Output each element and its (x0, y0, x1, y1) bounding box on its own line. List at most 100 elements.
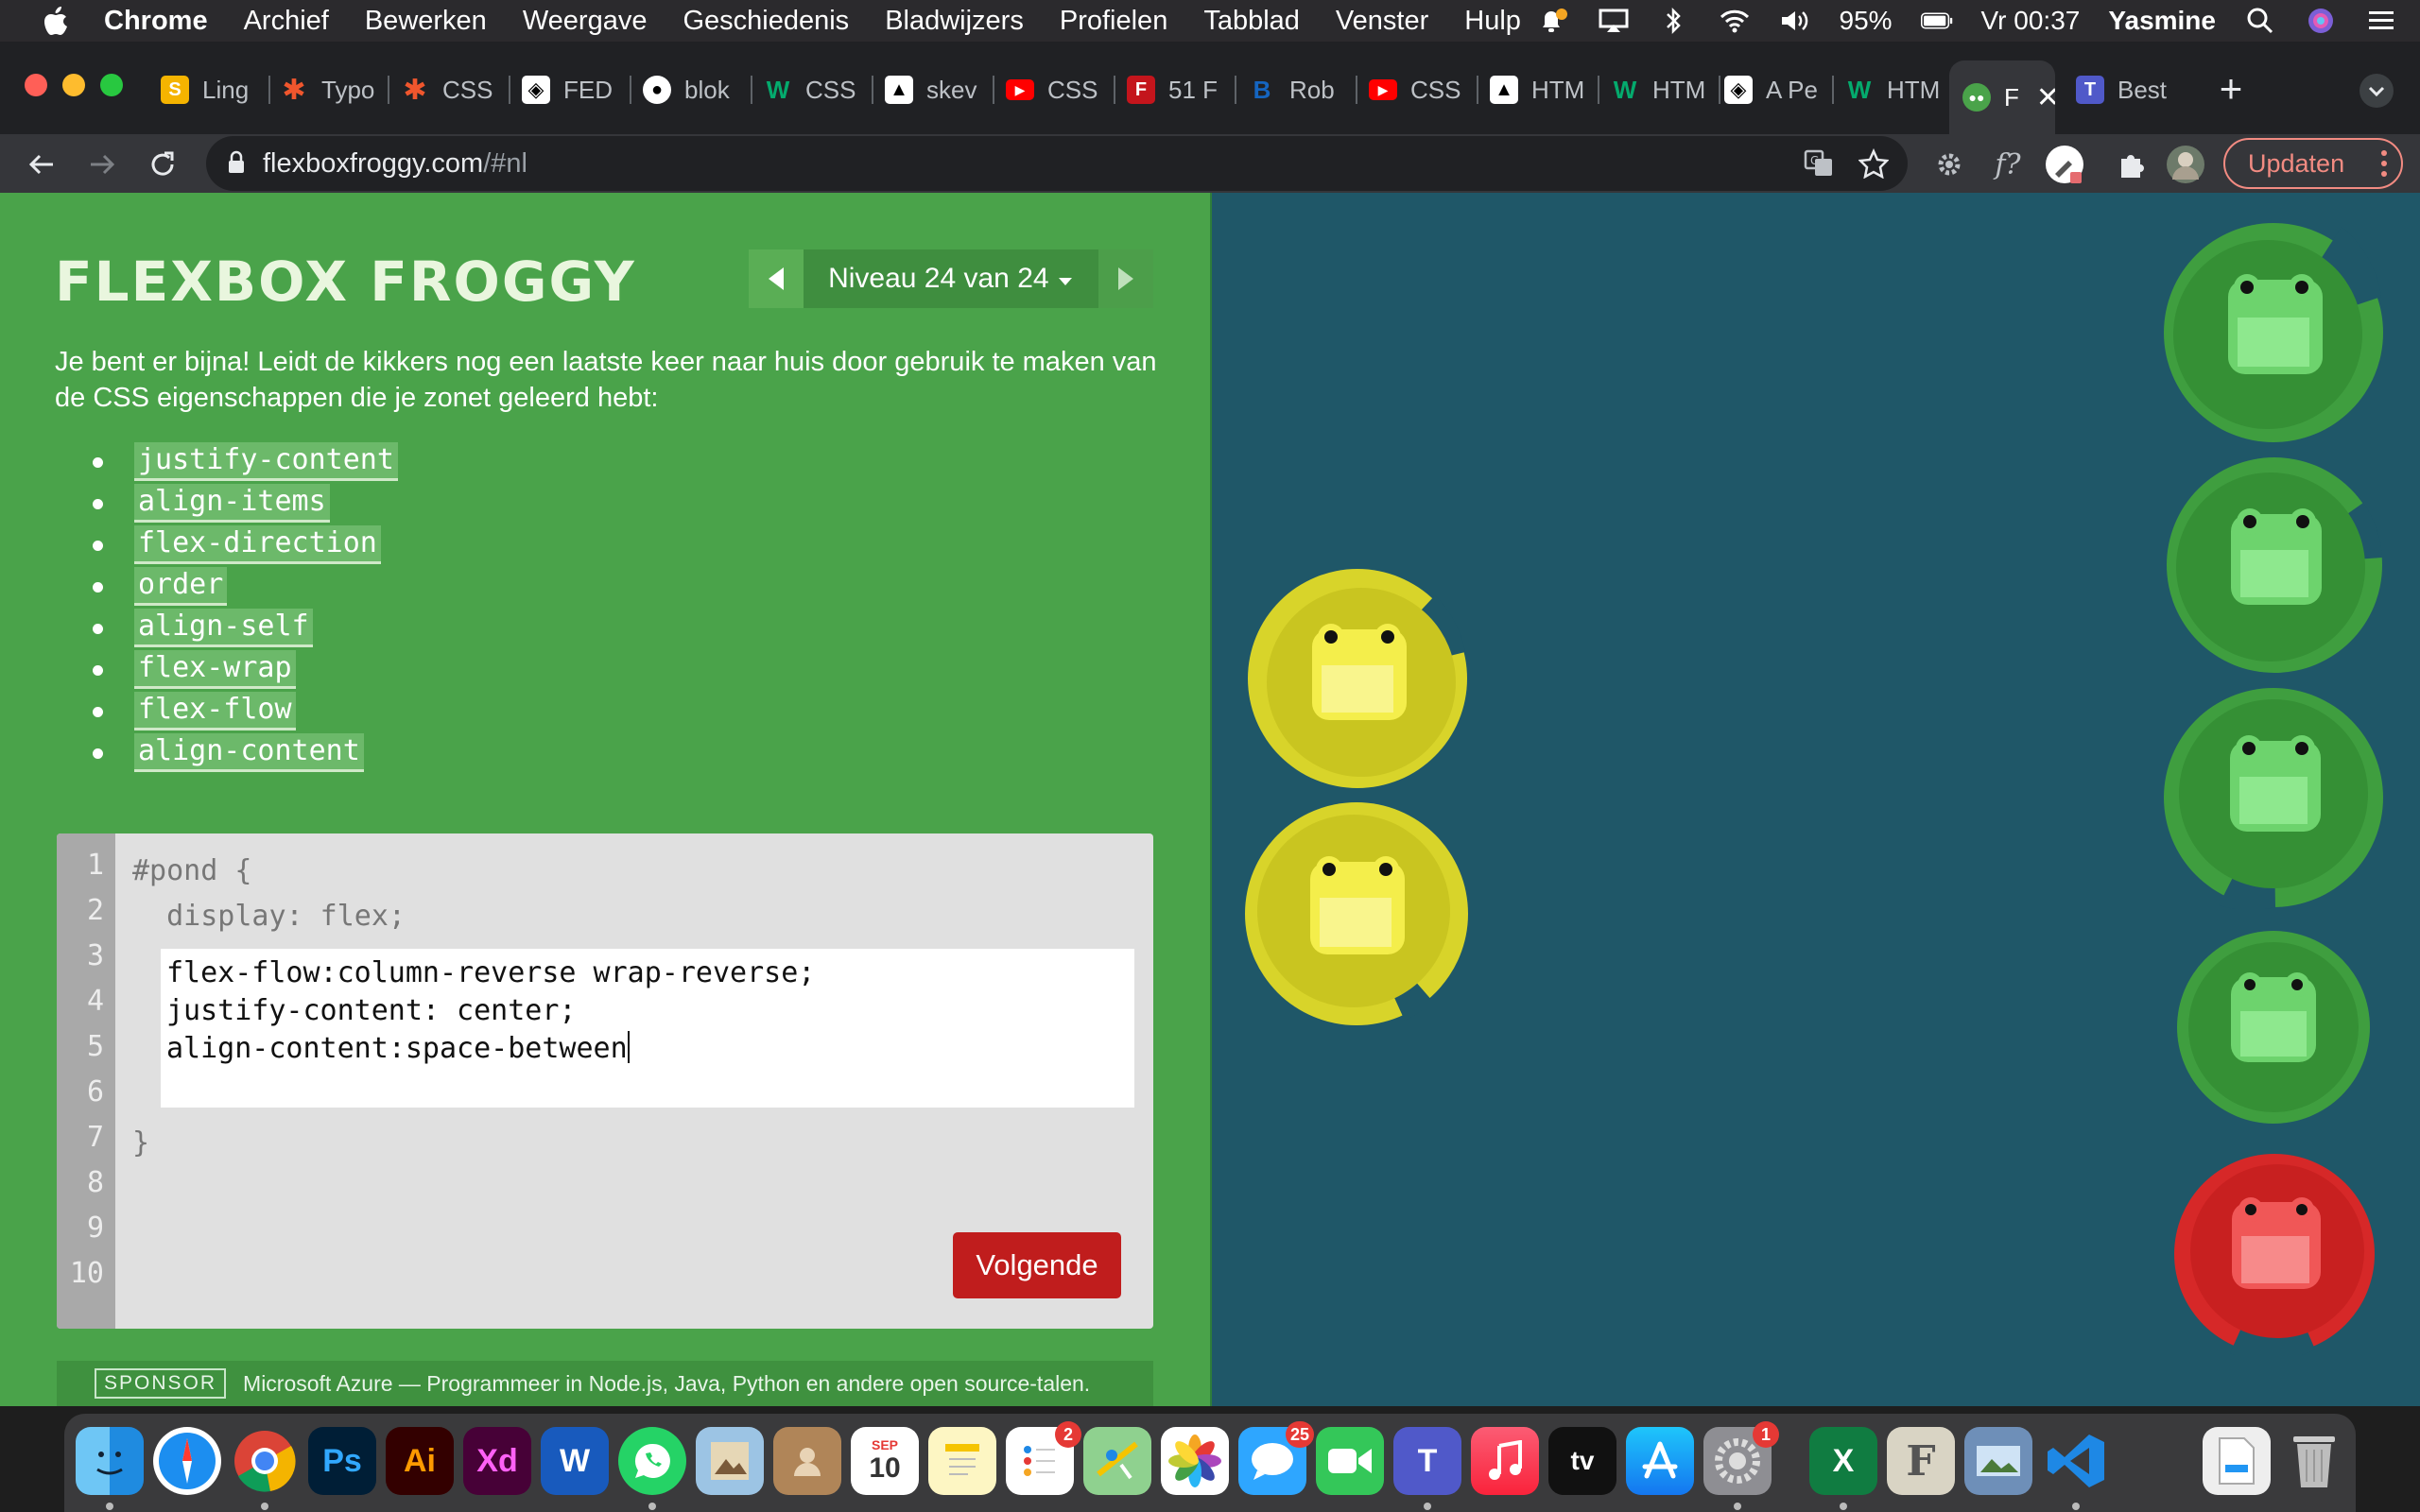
menu-history[interactable]: Geschiedenis (683, 6, 849, 37)
profile-avatar[interactable] (2165, 144, 2206, 185)
bookmark-star-icon[interactable] (1858, 147, 1890, 186)
vscode-icon[interactable] (2042, 1427, 2110, 1495)
wifi-icon[interactable] (1719, 7, 1751, 35)
color-picker-extension-icon[interactable] (2044, 144, 2085, 185)
settings-icon[interactable]: 1 (1703, 1421, 1779, 1495)
calendar-icon[interactable]: SEP 10 (851, 1427, 919, 1495)
word-icon[interactable]: W (541, 1427, 609, 1495)
finder-icon[interactable] (76, 1427, 144, 1495)
sponsor-text[interactable]: Microsoft Azure — Programmeer in Node.js… (243, 1371, 1090, 1397)
extensions-puzzle-icon[interactable] (2110, 144, 2152, 185)
safari-icon[interactable] (153, 1427, 221, 1495)
menu-app-name[interactable]: Chrome (104, 6, 208, 37)
trash-icon[interactable] (2280, 1427, 2348, 1495)
photos-icon[interactable] (1161, 1427, 1229, 1495)
back-button[interactable] (21, 144, 62, 185)
teams-icon[interactable]: T (1393, 1427, 1461, 1495)
chrome-icon[interactable] (231, 1427, 299, 1495)
tab-css-1[interactable]: ✱ CSS (401, 70, 510, 110)
notes-icon[interactable] (928, 1427, 996, 1495)
siri-icon[interactable] (2305, 7, 2337, 35)
tab-htm-1[interactable]: ▲ HTM (1490, 70, 1599, 110)
tab-htm-w3-2[interactable]: W HTM (1845, 70, 1949, 110)
property-justify-content[interactable]: justify-content (134, 441, 398, 481)
fontbook-icon[interactable]: F (1887, 1427, 1955, 1495)
more-menu-icon[interactable] (2380, 149, 2388, 184)
menu-tab[interactable]: Tabblad (1203, 6, 1300, 37)
messages-icon[interactable]: 25 (1238, 1421, 1314, 1495)
whatsapp-icon[interactable] (618, 1427, 686, 1495)
bluetooth-icon[interactable] (1658, 7, 1690, 35)
tab-css-youtube-1[interactable]: ▶ CSS (1006, 70, 1115, 110)
zoom-window-button[interactable] (100, 74, 123, 96)
volume-icon[interactable] (1779, 7, 1811, 35)
tab-htm-w3-1[interactable]: W HTM (1611, 70, 1720, 110)
tab-blok[interactable]: ● blok (643, 70, 752, 110)
reload-button[interactable] (142, 144, 183, 185)
control-center-icon[interactable] (2365, 7, 2397, 35)
contacts-icon[interactable] (773, 1427, 841, 1495)
illustrator-icon[interactable]: Ai (386, 1427, 454, 1495)
tab-css-w3[interactable]: W CSS (764, 70, 873, 110)
preview-icon[interactable] (696, 1427, 764, 1495)
apple-menu-icon[interactable] (38, 6, 76, 36)
property-flex-wrap[interactable]: flex-wrap (134, 649, 296, 689)
extension-gear-icon[interactable] (1928, 144, 1970, 185)
update-chrome-button[interactable]: Updaten (2223, 138, 2403, 189)
property-align-self[interactable]: align-self (134, 608, 313, 647)
property-order[interactable]: order (134, 566, 228, 606)
spotlight-search-icon[interactable] (2244, 7, 2276, 35)
previous-level-button[interactable] (749, 249, 804, 308)
menu-edit[interactable]: Bewerken (365, 6, 487, 37)
address-bar[interactable]: flexboxfroggy.com/#nl G (206, 136, 1908, 191)
menu-help[interactable]: Hulp (1464, 6, 1521, 37)
next-level-button[interactable] (1098, 249, 1153, 308)
imagecapture-icon[interactable] (1964, 1427, 2032, 1495)
excel-icon[interactable]: X (1809, 1427, 1877, 1495)
css-answer-textarea[interactable]: flex-flow:column-reverse wrap-reverse; j… (161, 949, 1134, 1108)
maps-icon[interactable] (1083, 1427, 1151, 1495)
tab-flexbox-froggy-active[interactable]: ●● F ✕ (1949, 60, 2055, 134)
property-align-content[interactable]: align-content (134, 732, 364, 772)
new-tab-button[interactable]: + (2212, 69, 2250, 109)
menu-window[interactable]: Venster (1336, 6, 1428, 37)
formula-extension-icon[interactable]: f? (1987, 144, 2029, 185)
tab-rob[interactable]: B Rob (1248, 70, 1357, 110)
reminders-icon[interactable]: 2 (1006, 1421, 1081, 1495)
facetime-icon[interactable] (1316, 1427, 1384, 1495)
menubar-username[interactable]: Yasmine (2108, 6, 2216, 36)
forward-button[interactable] (81, 144, 123, 185)
tab-typo[interactable]: ✱ Typo (280, 70, 389, 110)
appstore-icon[interactable] (1626, 1427, 1694, 1495)
tab-ling[interactable]: S Ling (161, 70, 270, 110)
property-flex-direction[interactable]: flex-direction (134, 524, 381, 564)
photoshop-icon[interactable]: Ps (308, 1427, 376, 1495)
music-icon[interactable] (1471, 1427, 1539, 1495)
menu-bookmarks[interactable]: Bladwijzers (885, 6, 1024, 37)
level-dropdown[interactable]: Niveau 24 van 24 (804, 263, 1098, 295)
xd-icon[interactable]: Xd (463, 1427, 531, 1495)
lock-icon[interactable] (227, 150, 246, 182)
notification-bell-icon[interactable] (1537, 7, 1569, 35)
tab-css-youtube-2[interactable]: ▶ CSS (1369, 70, 1478, 110)
close-tab-icon[interactable]: ✕ (2036, 81, 2055, 114)
sponsor-banner[interactable]: SPONSOR Microsoft Azure — Programmeer in… (57, 1361, 1153, 1406)
next-button[interactable]: Volgende (953, 1232, 1121, 1298)
menu-view[interactable]: Weergave (523, 6, 648, 37)
menu-file[interactable]: Archief (244, 6, 329, 37)
close-window-button[interactable] (25, 74, 47, 96)
tab-51f[interactable]: F 51 F (1127, 70, 1236, 110)
tab-best[interactable]: T Best (2076, 70, 2186, 110)
battery-icon[interactable] (1920, 7, 1953, 35)
translate-icon[interactable]: G (1804, 148, 1834, 186)
property-flex-flow[interactable]: flex-flow (134, 691, 296, 730)
tab-search-button[interactable] (2360, 74, 2394, 108)
property-align-items[interactable]: align-items (134, 483, 330, 523)
tab-a-pe[interactable]: ◈ A Pe (1724, 70, 1834, 110)
menu-profiles[interactable]: Profielen (1060, 6, 1167, 37)
file-icon[interactable] (2203, 1427, 2271, 1495)
tab-fed[interactable]: ◈ FED (522, 70, 631, 110)
tv-icon[interactable]: tv (1548, 1427, 1616, 1495)
airplay-icon[interactable] (1598, 7, 1630, 35)
tab-skev[interactable]: ▲ skev (885, 70, 994, 110)
